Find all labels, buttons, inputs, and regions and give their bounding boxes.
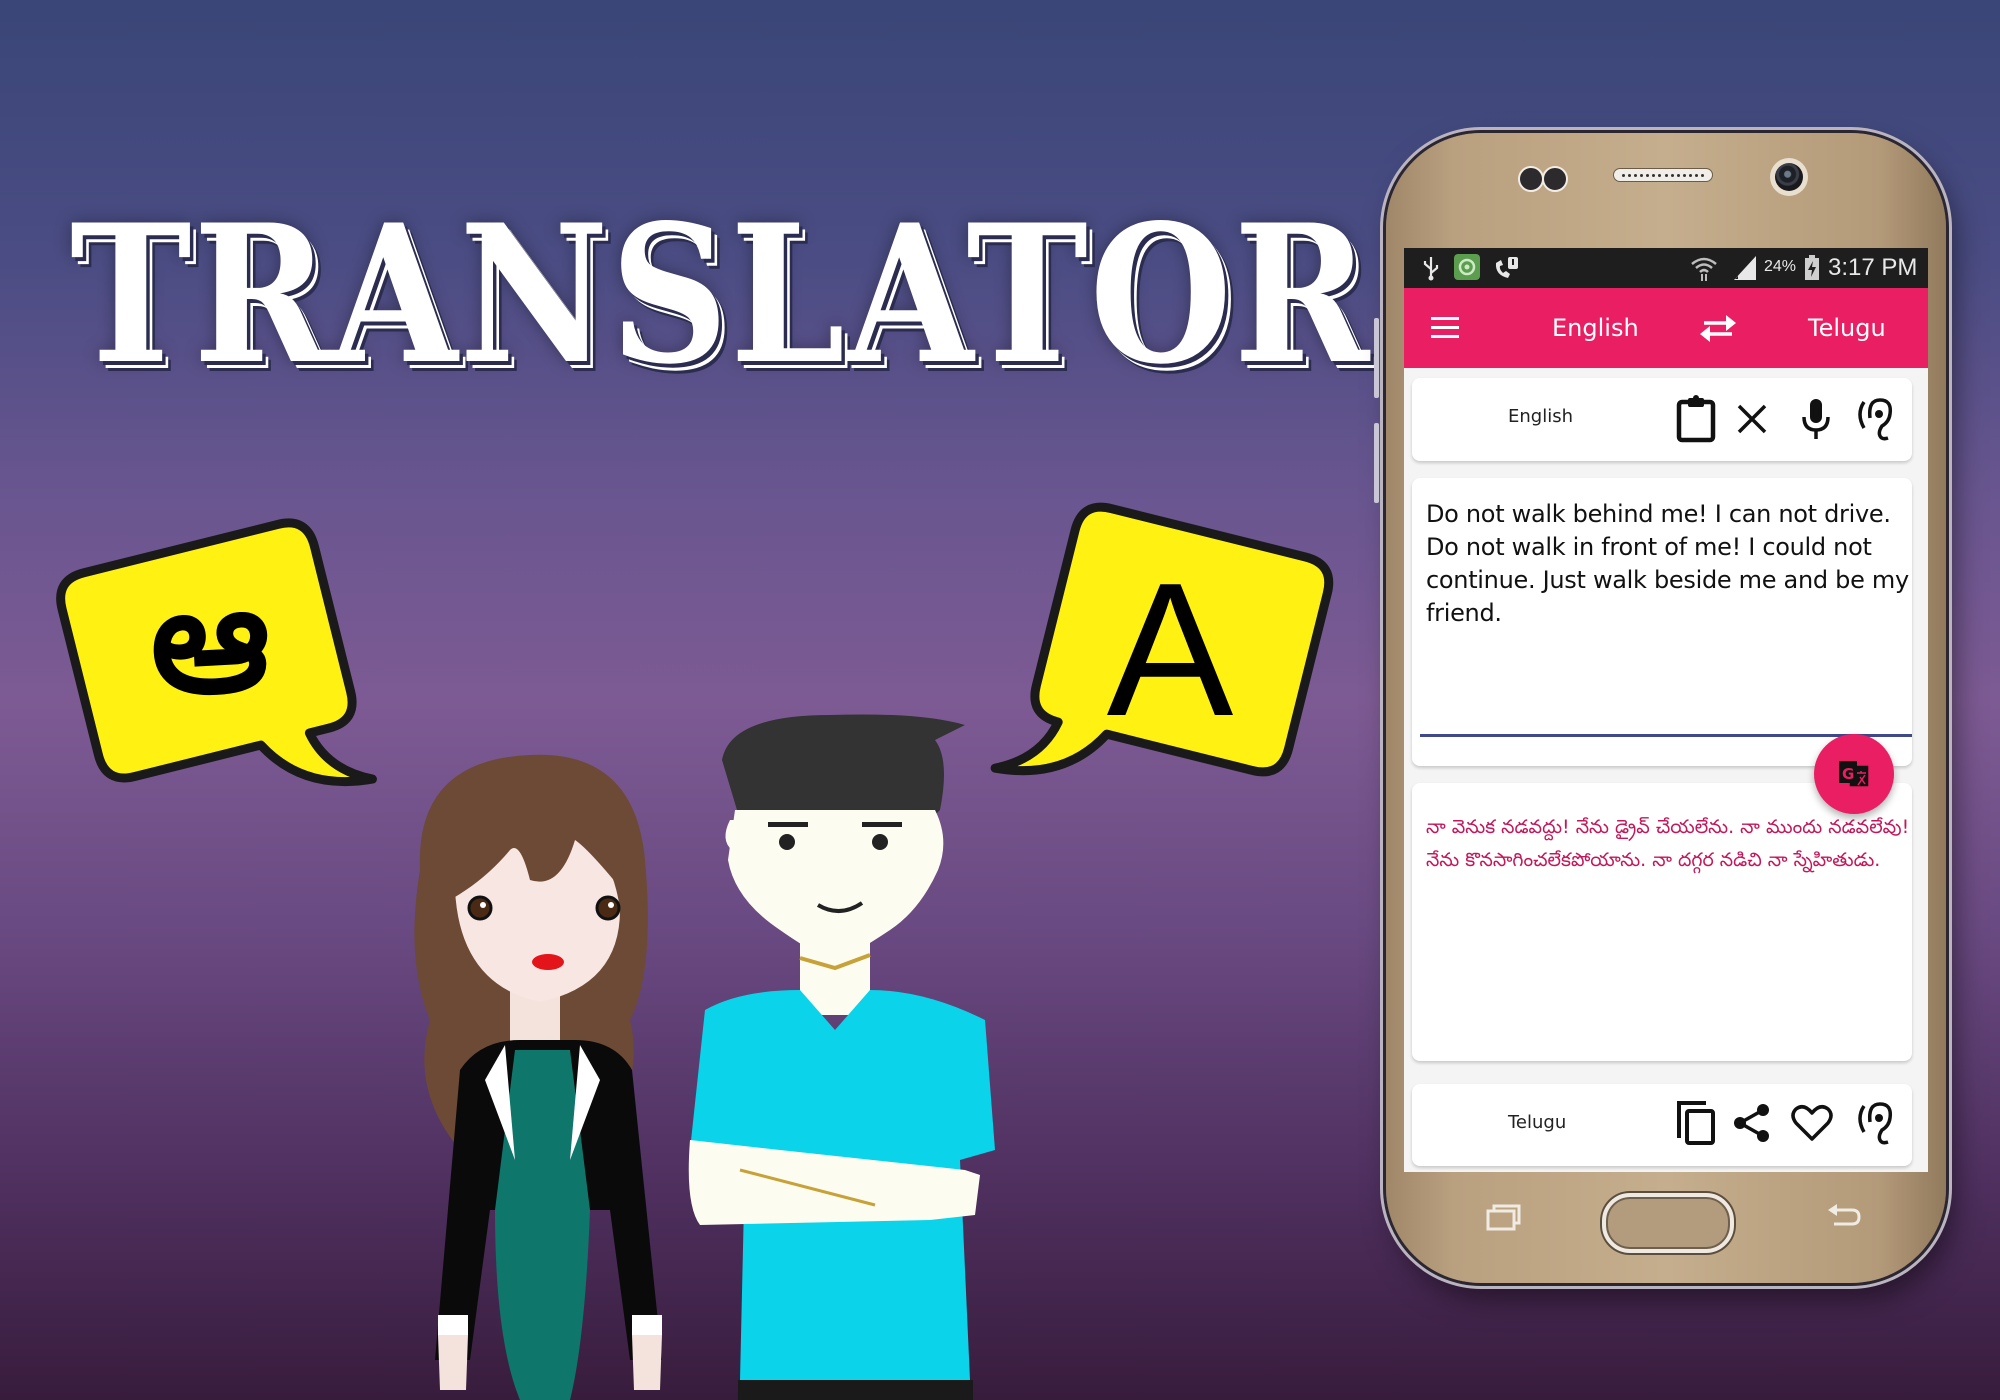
input-toolbar-card: English [1412, 378, 1912, 461]
home-button[interactable] [1602, 1193, 1734, 1253]
battery-percent: 24% [1764, 258, 1797, 275]
woman-character-illustration [414, 754, 662, 1400]
recent-apps-icon[interactable] [1486, 1203, 1522, 1231]
telugu-speech-bubble: ఆ [40, 505, 380, 825]
output-toolbar-card: Telugu [1412, 1084, 1912, 1166]
eye-highlight [480, 902, 486, 908]
battery-charging-icon [1804, 255, 1820, 281]
volume-key[interactable] [1374, 318, 1379, 398]
hamburger-menu-icon[interactable] [1424, 303, 1468, 353]
telugu-letter-glyph: ఆ [145, 549, 275, 731]
svg-text:G: G [1842, 765, 1854, 783]
woman-left-eye [467, 895, 493, 921]
app-notification-icon [1454, 254, 1480, 280]
output-text-card: నా వెనుక నడవద్దు! నేను డ్రైవ్ చేయలేను. న… [1412, 783, 1912, 1061]
man-pants [738, 1380, 973, 1400]
proximity-sensor-dot [1542, 166, 1568, 192]
man-character-illustration [688, 714, 995, 1400]
clipboard-icon[interactable] [1674, 394, 1718, 444]
output-language-label: Telugu [1508, 1112, 1567, 1133]
back-icon[interactable] [1826, 1201, 1862, 1231]
missed-call-icon [1492, 255, 1520, 281]
proximity-sensor-dot [1518, 166, 1544, 192]
woman-cuff [632, 1315, 662, 1335]
man-eyebrow [768, 822, 808, 827]
woman-lips [532, 954, 564, 970]
phone-screen: 24% 3:17 PM English Telugu English Do no… [1404, 248, 1928, 1172]
status-bar: 24% 3:17 PM [1404, 248, 1928, 288]
translate-button[interactable]: G [1814, 734, 1894, 814]
input-language-label: English [1508, 406, 1573, 427]
volume-key[interactable] [1374, 423, 1379, 503]
close-icon[interactable] [1730, 394, 1774, 444]
english-speech-bubble: A [985, 502, 1335, 825]
man-right-eye [872, 834, 888, 850]
share-icon[interactable] [1730, 1098, 1774, 1148]
signal-icon [1732, 256, 1756, 280]
swap-arrows-icon[interactable] [1696, 303, 1740, 353]
man-eyebrow [862, 822, 902, 827]
source-language-selector[interactable]: English [1552, 288, 1639, 368]
usb-icon [1422, 255, 1440, 281]
woman-cuff [438, 1315, 468, 1335]
wifi-icon [1690, 254, 1718, 282]
woman-right-eye [595, 895, 621, 921]
target-language-selector[interactable]: Telugu [1808, 288, 1886, 368]
earpiece-speaker [1613, 168, 1713, 182]
app-toolbar: English Telugu [1404, 288, 1928, 368]
copy-icon[interactable] [1674, 1098, 1718, 1148]
latin-letter-glyph: A [1106, 544, 1234, 756]
eye-highlight [608, 902, 614, 908]
microphone-icon[interactable] [1794, 394, 1838, 444]
input-text-card: Do not walk behind me! I can not drive. … [1412, 478, 1912, 766]
ear-icon[interactable] [1852, 1098, 1896, 1148]
woman-hand [438, 1335, 468, 1390]
source-text-input[interactable]: Do not walk behind me! I can not drive. … [1426, 498, 1916, 630]
banner-title: TRANSLATOR [70, 183, 1372, 406]
ear-icon[interactable] [1852, 394, 1896, 444]
woman-hand [632, 1335, 662, 1390]
man-left-eye [779, 834, 795, 850]
heart-icon[interactable] [1790, 1098, 1834, 1148]
front-camera [1770, 158, 1808, 196]
status-time: 3:17 PM [1828, 254, 1918, 281]
man-hair [722, 714, 965, 820]
translated-text-output: నా వెనుక నడవద్దు! నేను డ్రైవ్ చేయలేను. న… [1426, 816, 1910, 871]
google-translate-icon: G [1839, 761, 1870, 788]
